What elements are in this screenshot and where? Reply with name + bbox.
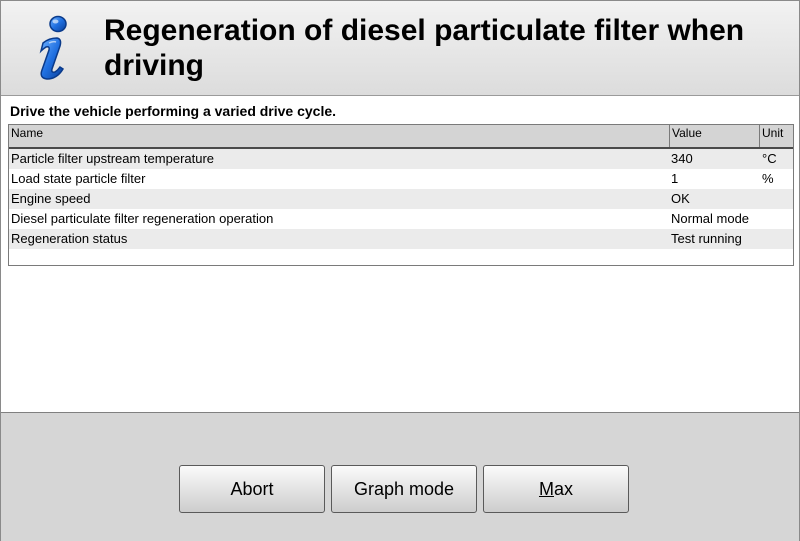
table-row: Engine speed OK (9, 189, 793, 209)
row-name: Regeneration status (11, 231, 128, 246)
table-header: Name Value Unit (9, 125, 793, 149)
abort-button-label: Abort (230, 479, 274, 499)
table-row: Particle filter upstream temperature 340… (9, 149, 793, 169)
row-value: Normal mode (671, 211, 750, 226)
row-value: 340 (671, 151, 693, 166)
column-header-value: Value (670, 125, 760, 147)
table-row: Load state particle filter 1 % (9, 169, 793, 189)
max-button[interactable]: Max (483, 465, 629, 513)
table-row: Regeneration status Test running (9, 229, 793, 249)
graph-mode-button[interactable]: Graph mode (331, 465, 477, 513)
max-button-label: ax (553, 479, 573, 499)
instruction-text: Drive the vehicle performing a varied dr… (10, 103, 337, 119)
graph-mode-button-label: Graph mode (353, 479, 455, 499)
table-body: Particle filter upstream temperature 340… (9, 149, 793, 249)
row-name: Engine speed (11, 191, 91, 206)
row-value: 1 (671, 171, 679, 186)
info-icon (39, 15, 67, 80)
row-name: Particle filter upstream temperature (11, 151, 215, 166)
button-bar: Abort Graph mode Max (1, 412, 799, 541)
page-title: Regeneration of diesel particulate filte… (104, 14, 745, 82)
column-header-unit: Unit (762, 126, 784, 140)
max-button-mnemonic: M (538, 479, 554, 499)
row-unit: °C (762, 151, 777, 166)
row-value: Test running (671, 231, 742, 246)
main-content: Drive the vehicle performing a varied dr… (1, 96, 799, 412)
row-unit: % (762, 171, 774, 186)
table-row: Diesel particulate filter regeneration o… (9, 209, 793, 229)
values-table: Name Value Unit Particle filter upstream… (8, 124, 794, 266)
row-value: OK (671, 191, 690, 206)
row-name: Diesel particulate filter regeneration o… (11, 211, 274, 226)
abort-button[interactable]: Abort (179, 465, 325, 513)
dialog-header: Regeneration of diesel particulate filte… (1, 1, 799, 96)
row-name: Load state particle filter (11, 171, 146, 186)
column-header-name: Name (9, 125, 670, 147)
dialog-window: Regeneration of diesel particulate filte… (0, 0, 800, 541)
